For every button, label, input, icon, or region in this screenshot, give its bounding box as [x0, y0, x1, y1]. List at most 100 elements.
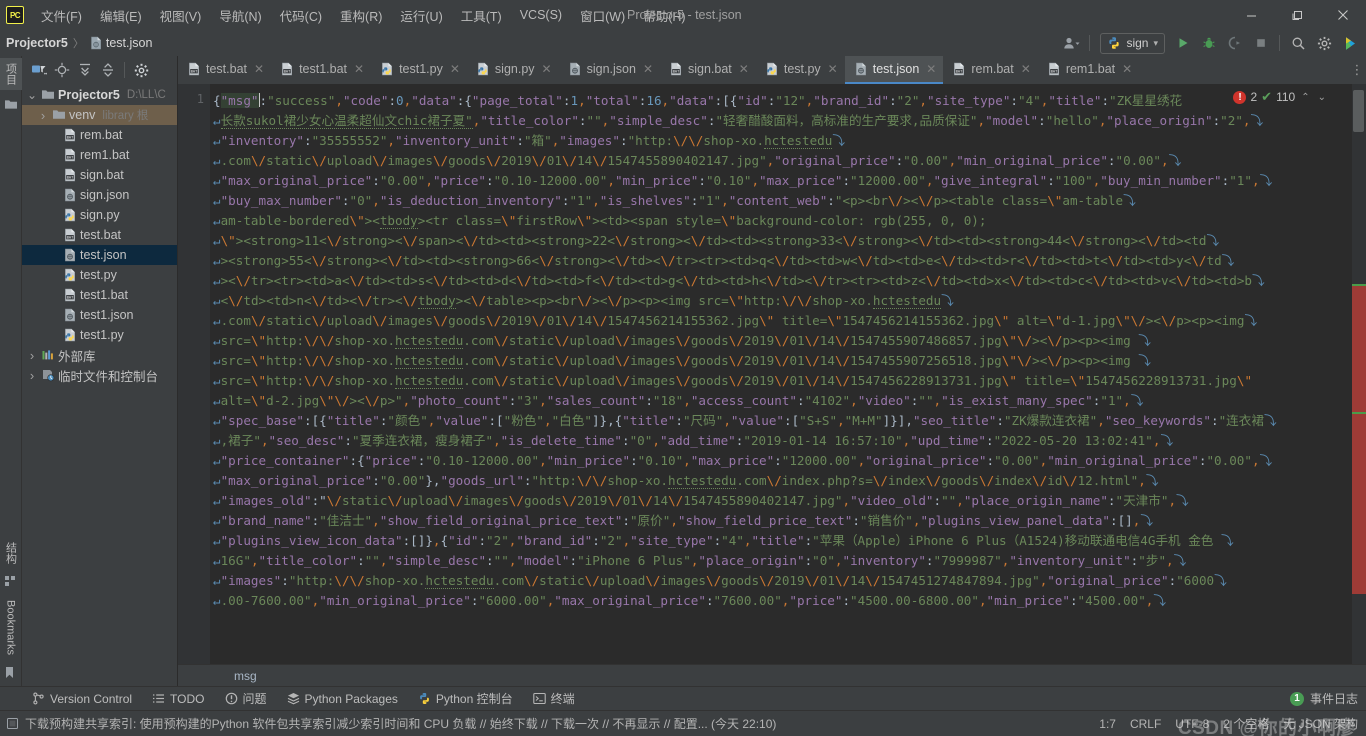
user-profile-icon[interactable] — [1059, 32, 1083, 54]
editor-tab-test-bat[interactable]: BAT test.bat ✕ — [178, 56, 271, 84]
tree-node-projector5[interactable]: ⌄ Projector5 D:\LL\C — [22, 85, 177, 105]
tool-window--[interactable]: 问题 — [215, 687, 277, 710]
close-tab-icon[interactable]: ✕ — [643, 62, 653, 76]
code-line[interactable]: ↵"max_original_price":"0.00","price":"0.… — [213, 171, 1352, 191]
run-configuration-selector[interactable]: sign ▾ — [1100, 32, 1165, 54]
code-line[interactable]: ↵"inventory":"35555552","inventory_unit"… — [213, 131, 1352, 151]
close-tab-icon[interactable]: ✕ — [926, 62, 936, 76]
menu-window[interactable]: 窗口(W) — [571, 2, 634, 29]
minimize-button[interactable] — [1228, 0, 1274, 30]
close-tab-icon[interactable]: ✕ — [354, 62, 364, 76]
code-line[interactable]: ↵\"><strong>11<\/strong><\/span><\/td><t… — [213, 231, 1352, 251]
status-item--json-[interactable]: 无 JSON 架构 — [1283, 715, 1358, 732]
error-stripe-mark[interactable] — [1352, 414, 1366, 594]
tool-window-python-[interactable]: Python 控制台 — [408, 687, 523, 710]
tree-node-sign-bat[interactable]: BAT sign.bat — [22, 165, 177, 185]
maximize-button[interactable] — [1274, 0, 1320, 30]
close-tab-icon[interactable]: ✕ — [450, 62, 460, 76]
tree-node-rem-bat[interactable]: BAT rem.bat — [22, 125, 177, 145]
tree-node--[interactable]: › 临时文件和控制台 — [22, 365, 177, 385]
editor-tab-sign-json[interactable]: sign.json ✕ — [559, 56, 660, 84]
tree-node-test-py[interactable]: test.py — [22, 265, 177, 285]
tab-overflow-icon[interactable]: ⋮ — [1348, 56, 1366, 84]
menu-run[interactable]: 运行(U) — [391, 2, 451, 29]
code-line[interactable]: ↵"images":"http:\/\/shop-xo.hctestedu.co… — [213, 571, 1352, 591]
editor-tab-test1-py[interactable]: test1.py ✕ — [371, 56, 467, 84]
stop-button[interactable] — [1249, 32, 1273, 54]
code-line[interactable]: ↵"brand_name":"佳洁士","show_field_original… — [213, 511, 1352, 531]
code-editor[interactable]: 1 {"msg":"success","code":0,"data":{"pag… — [178, 84, 1366, 664]
code-line[interactable]: {"msg":"success","code":0,"data":{"page_… — [213, 91, 1352, 111]
next-problem-icon[interactable]: ⌄ — [1316, 92, 1328, 103]
status-message[interactable]: 下载预构建共享索引: 使用预构建的Python 软件包共享索引减少索引时间和 C… — [25, 715, 776, 732]
close-button[interactable] — [1320, 0, 1366, 30]
tool-window--[interactable]: 终端 — [523, 687, 585, 710]
chevron-right-icon[interactable]: › — [26, 348, 38, 363]
close-tab-icon[interactable]: ✕ — [1122, 62, 1132, 76]
close-tab-icon[interactable]: ✕ — [254, 62, 264, 76]
tree-node-sign-py[interactable]: sign.py — [22, 205, 177, 225]
menu-code[interactable]: 代码(C) — [271, 2, 331, 29]
gear-icon[interactable] — [1312, 32, 1336, 54]
breadcrumb-file[interactable]: test.json — [106, 36, 153, 50]
inspection-widget[interactable]: ! 2 ✔ 110 ⌃ ⌄ — [1229, 86, 1332, 108]
tree-node-venv[interactable]: › venv library 根 — [22, 105, 177, 125]
code-line[interactable]: ↵<\/td><td>n<\/td><\/tr><\/tbody><\/tabl… — [213, 291, 1352, 311]
close-tab-icon[interactable]: ✕ — [1021, 62, 1031, 76]
menu-vcs[interactable]: VCS(S) — [511, 4, 571, 26]
event-log-area[interactable]: 1 事件日志 — [1289, 690, 1358, 707]
code-line[interactable]: ↵am-table-bordered\"><tbody><tr class=\"… — [213, 211, 1352, 231]
run-button[interactable] — [1171, 32, 1195, 54]
code-line[interactable]: ↵"max_original_price":"0.00"},"goods_url… — [213, 471, 1352, 491]
chevron-right-icon[interactable]: › — [37, 108, 49, 123]
editor-tab-sign-py[interactable]: sign.py ✕ — [467, 56, 559, 84]
debug-button[interactable] — [1197, 32, 1221, 54]
tree-node-test-bat[interactable]: BAT test.bat — [22, 225, 177, 245]
tree-node--[interactable]: › 外部库 — [22, 345, 177, 365]
tool-window-todo[interactable]: TODO — [142, 689, 214, 709]
chevron-down-icon[interactable]: ⌄ — [26, 88, 38, 102]
code-content[interactable]: {"msg":"success","code":0,"data":{"page_… — [210, 84, 1352, 664]
menu-file[interactable]: 文件(F) — [32, 2, 91, 29]
menu-navigate[interactable]: 导航(N) — [210, 2, 270, 29]
code-line[interactable]: ↵.com\/static\/upload\/images\/goods\/20… — [213, 311, 1352, 331]
menu-tools[interactable]: 工具(T) — [452, 2, 511, 29]
error-stripe-scrollbar[interactable] — [1352, 84, 1366, 664]
code-line[interactable]: ↵16G","title_color":"","simple_desc":"",… — [213, 551, 1352, 571]
status-message-group[interactable]: 下载预构建共享索引: 使用预构建的Python 软件包共享索引减少索引时间和 C… — [6, 715, 776, 732]
editor-tab-test-json[interactable]: test.json ✕ — [844, 56, 944, 84]
code-line[interactable]: ↵src=\"http:\/\/shop-xo.hctestedu.com\/s… — [213, 351, 1352, 371]
tree-node-rem1-bat[interactable]: BAT rem1.bat — [22, 145, 177, 165]
status-item-utf-8[interactable]: UTF-8 — [1175, 717, 1209, 731]
code-line[interactable]: ↵长款sukol裙少女心温柔超仙文chic裙子夏", "title_color":… — [213, 111, 1352, 131]
editor-tab-rem-bat[interactable]: BAT rem.bat ✕ — [943, 56, 1037, 84]
tree-node-sign-json[interactable]: sign.json — [22, 185, 177, 205]
tree-node-test1-py[interactable]: test1.py — [22, 325, 177, 345]
code-line[interactable]: ↵"price_container":{"price": "0.10-12000.… — [213, 451, 1352, 471]
editor-tab-test-py[interactable]: test.py ✕ — [756, 56, 845, 84]
code-line[interactable]: ↵.00-7600.00", "min_original_price": "6000… — [213, 591, 1352, 611]
menu-refactor[interactable]: 重构(R) — [331, 2, 391, 29]
menu-edit[interactable]: 编辑(E) — [91, 2, 151, 29]
editor-tab-sign-bat[interactable]: BAT sign.bat ✕ — [660, 56, 756, 84]
close-tab-icon[interactable]: ✕ — [828, 62, 838, 76]
code-line[interactable]: ↵src=\"http:\/\/shop-xo.hctestedu.com\/s… — [213, 371, 1352, 391]
tree-node-test1-bat[interactable]: BAT test1.bat — [22, 285, 177, 305]
tool-window-version-control[interactable]: Version Control — [22, 689, 142, 709]
tree-node-test1-json[interactable]: test1.json — [22, 305, 177, 325]
code-line[interactable]: ↵"spec_base":[{"title":"颜色","value":["粉色… — [213, 411, 1352, 431]
code-line[interactable]: ↵><strong>55<\/strong><\/td><td><strong>… — [213, 251, 1352, 271]
close-tab-icon[interactable]: ✕ — [542, 62, 552, 76]
prev-problem-icon[interactable]: ⌃ — [1299, 92, 1311, 103]
editor-tab-rem1-bat[interactable]: BAT rem1.bat ✕ — [1038, 56, 1139, 84]
rail-tab-structure[interactable]: 结构 — [0, 537, 22, 569]
editor-tab-test1-bat[interactable]: BAT test1.bat ✕ — [271, 56, 371, 84]
editor-breadcrumb[interactable]: msg — [178, 664, 1366, 686]
search-icon[interactable] — [1286, 32, 1310, 54]
error-stripe-mark[interactable] — [1352, 286, 1366, 412]
code-line[interactable]: ↵.com\/static\/upload\/images\/goods\/20… — [213, 151, 1352, 171]
updates-icon[interactable] — [1338, 32, 1362, 54]
rail-tab-bookmarks[interactable]: Bookmarks — [2, 595, 20, 660]
tool-window-python-packages[interactable]: Python Packages — [277, 689, 408, 709]
code-line[interactable]: ↵"images_old":"\/static\/upload\/images\… — [213, 491, 1352, 511]
